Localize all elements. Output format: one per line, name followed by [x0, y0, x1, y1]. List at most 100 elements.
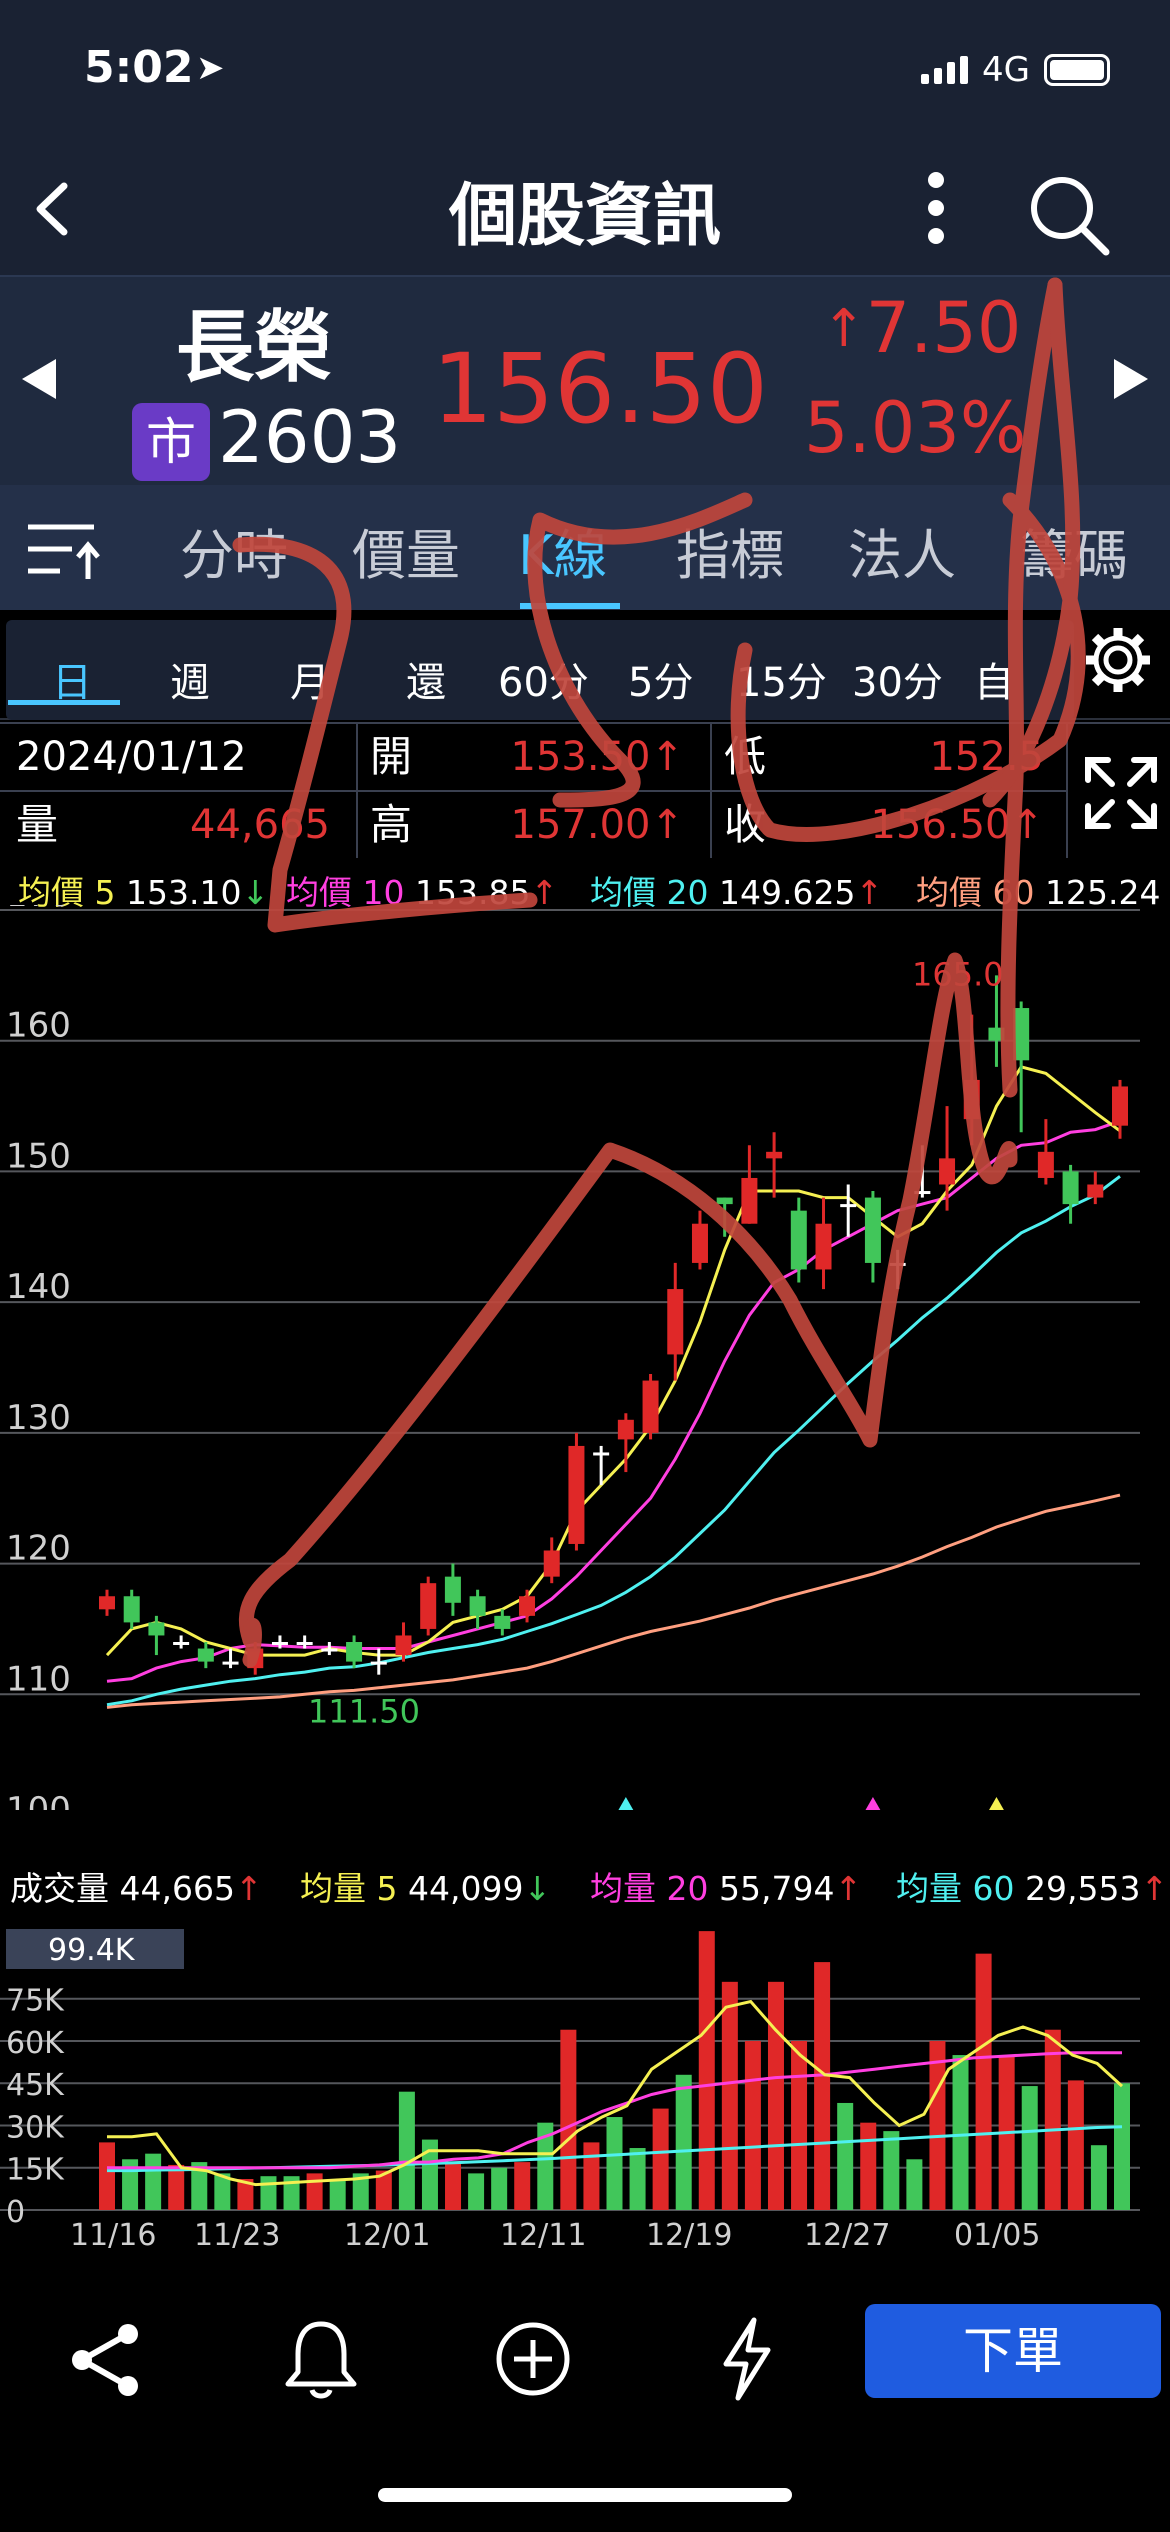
candle-body	[914, 1191, 931, 1195]
price-tick-label: 150	[6, 1136, 71, 1176]
candle-body	[99, 1596, 115, 1610]
period-7[interactable]: 30分	[852, 650, 943, 708]
volume-legend: 成交量 44,665↑ 均量 5 44,099↓ 均量 20 55,794↑ 均量 6…	[0, 1858, 1170, 1908]
legend-arrow: ↑	[834, 1869, 863, 1908]
volume-label: 量	[16, 800, 59, 849]
price-tick-label: 170	[6, 905, 71, 915]
close-value: 156.50↑	[870, 802, 1044, 848]
candle-body	[197, 1648, 214, 1662]
tab-1[interactable]: 價量	[352, 511, 460, 590]
volume-bar	[1090, 2145, 1107, 2210]
legend-arrow: ↓	[523, 1869, 552, 1908]
candle-body	[593, 1452, 610, 1456]
tab-bar: 分時 價量 K線 指標 法人 籌碼	[0, 485, 1170, 610]
up-arrow-icon: ↑	[822, 299, 866, 359]
volume-tick-label: 0	[6, 2195, 25, 2230]
tab-2[interactable]: K線	[518, 511, 607, 590]
candle-body	[1087, 1184, 1104, 1198]
tab-5[interactable]: 籌碼	[1020, 511, 1128, 590]
candle-body	[395, 1635, 412, 1656]
candle-body	[691, 1223, 708, 1263]
info-volume: 量 44,665	[16, 792, 346, 858]
prev-stock-arrow-icon[interactable]	[22, 359, 56, 399]
legend-arrow: ↑	[1140, 1869, 1169, 1908]
volume-bar	[906, 2159, 923, 2210]
legend-label: 均量 60	[896, 1869, 1015, 1908]
period-3[interactable]: 還	[406, 650, 446, 708]
volume-bar	[445, 2162, 462, 2210]
period-4[interactable]: 60分	[498, 650, 589, 708]
volume-bar	[814, 1962, 831, 2210]
candlestick-chart[interactable]: 170 160 150 140 130 120 110 100 165.0 111.50	[0, 905, 1170, 1810]
share-icon[interactable]	[62, 2314, 152, 2404]
info-low: 低 152.5	[724, 724, 1060, 790]
legend-label: 均量 20	[590, 1869, 709, 1908]
bell-icon[interactable]	[276, 2314, 366, 2404]
search-icon[interactable]	[1024, 170, 1114, 260]
signal-marker	[865, 1797, 881, 1810]
candle-body	[939, 1158, 956, 1185]
date-tick-label: 12/19	[646, 2218, 732, 2253]
price-tick-label: 110	[6, 1659, 71, 1699]
volume-bar	[744, 2040, 761, 2210]
lightning-icon[interactable]	[702, 2314, 792, 2404]
price-tick-label: 100	[6, 1790, 71, 1810]
candle-body	[840, 1204, 857, 1208]
candle-body	[420, 1583, 437, 1629]
period-bar: 日週月還 60分 5分 15分 30分自	[0, 610, 1170, 720]
price-tick-label: 130	[6, 1398, 71, 1438]
period-1[interactable]: 週	[170, 650, 210, 708]
candle-body	[247, 1648, 264, 1669]
place-order-button[interactable]: 下單	[865, 2304, 1161, 2398]
volume-bar	[721, 1981, 738, 2210]
tab-4[interactable]: 法人	[848, 511, 956, 590]
candle-body	[173, 1642, 190, 1645]
vol-legend-item-3: 均量 60 29,553↑	[896, 1862, 1168, 1910]
candle-body	[642, 1380, 659, 1433]
period-8[interactable]: 自	[974, 650, 1014, 708]
volume-bar	[767, 1981, 784, 2210]
volume-bar	[1021, 2086, 1038, 2210]
candle-body	[1062, 1171, 1079, 1205]
next-stock-arrow-icon[interactable]	[1114, 359, 1148, 399]
stock-code: 2603	[218, 395, 402, 479]
date-tick-label: 12/01	[344, 2218, 430, 2253]
gear-icon[interactable]	[1078, 620, 1158, 700]
candle-body	[568, 1445, 585, 1544]
volume-tick-label: 75K	[6, 1984, 65, 2019]
add-icon[interactable]	[488, 2314, 578, 2404]
legend-value: 44,665	[119, 1869, 235, 1908]
low-value: 152.5	[929, 734, 1044, 780]
date-tick-label: 11/16	[70, 2218, 156, 2253]
volume-chart[interactable]: 75K 60K 45K 30K 15K 0 99.4K 11/16 11/23 12/01 12/1…	[0, 1915, 1170, 2260]
change-value: 7.50	[865, 287, 1022, 369]
tab-0[interactable]: 分時	[180, 511, 288, 590]
volume-bar	[883, 2131, 900, 2210]
candle-body	[716, 1197, 733, 1205]
candle-body	[346, 1642, 363, 1662]
low-label: 低	[724, 732, 767, 781]
volume-tick-label: 15K	[6, 2153, 65, 2188]
candle-body	[296, 1642, 313, 1645]
signal-marker	[618, 1797, 634, 1810]
location-arrow-icon: ➤	[196, 48, 225, 88]
candle-body	[667, 1289, 684, 1355]
more-icon[interactable]	[906, 168, 966, 248]
period-2[interactable]: 月	[290, 650, 330, 708]
period-6[interactable]: 15分	[736, 650, 827, 708]
period-5[interactable]: 5分	[628, 650, 693, 708]
volume-bar	[1114, 2083, 1130, 2210]
candle-body	[444, 1576, 461, 1603]
tab-3[interactable]: 指標	[676, 511, 784, 590]
volume-tick-label: 60K	[6, 2026, 65, 2061]
candle-body	[766, 1151, 783, 1159]
volume-bar	[675, 2074, 692, 2210]
legend-label: 均量 5	[300, 1869, 398, 1908]
high-label: 高	[370, 800, 413, 849]
sort-menu-icon[interactable]	[24, 517, 104, 587]
date-tick-label: 01/05	[954, 2218, 1040, 2253]
expand-icon[interactable]	[1074, 746, 1168, 840]
candle-body	[815, 1223, 832, 1270]
battery-icon	[1044, 54, 1110, 86]
candle-body	[370, 1661, 387, 1665]
